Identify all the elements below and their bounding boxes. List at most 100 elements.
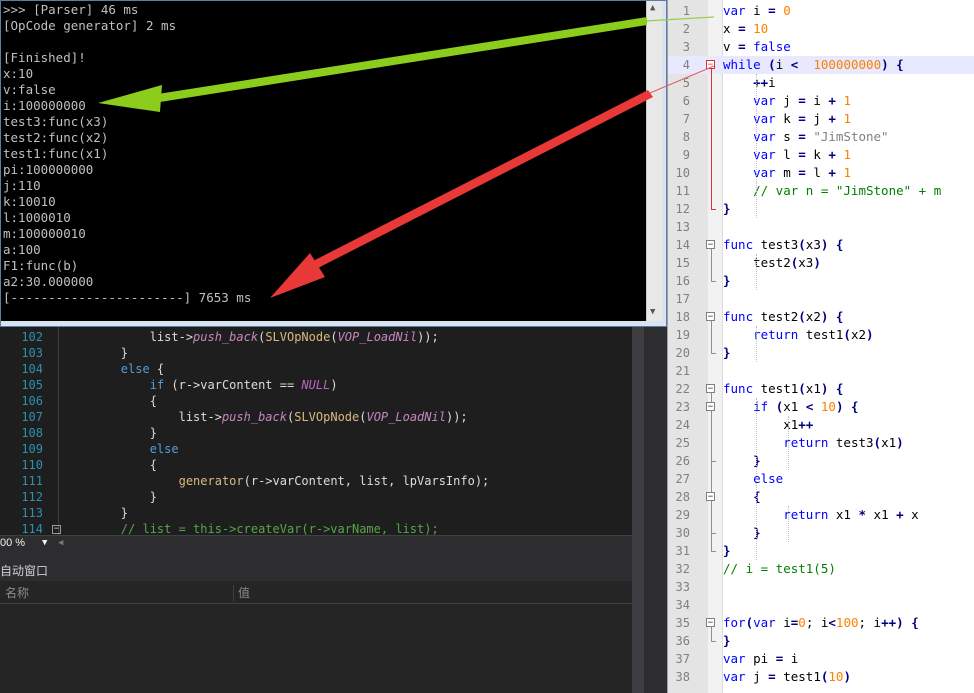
line-number: 16 — [675, 274, 690, 288]
fold-toggle-icon[interactable]: − — [706, 312, 715, 322]
vs-code-line[interactable]: 113 } — [0, 505, 632, 521]
editor-line[interactable]: 2 x = 10 — [668, 20, 974, 38]
editor-line[interactable]: 8 var s = "JimStone" — [668, 128, 974, 146]
line-number: 2 — [682, 22, 690, 36]
line-number: 7 — [682, 112, 690, 126]
vs-code-line[interactable]: 106 { — [0, 393, 632, 409]
vs-line-number: 109 — [21, 442, 43, 456]
editor-line[interactable]: 19 return test1(x2) — [668, 326, 974, 344]
line-number: 26 — [675, 454, 690, 468]
vs-code-line[interactable]: 104 else { — [0, 361, 632, 377]
indent-guide — [756, 254, 757, 290]
vs-code-editor[interactable]: 102 list->push_back(SLVOpNode(VOP_LoadNi… — [0, 327, 632, 536]
vs-line-number: 107 — [21, 410, 43, 424]
code-text: return test1(x2) — [753, 327, 874, 342]
fold-toggle-icon[interactable]: − — [706, 402, 715, 412]
code-text: func test1(x1) { — [723, 381, 844, 396]
script-editor[interactable]: 1 var i = 0 2 x = 10 3 v = false 4 while (i < 1… — [667, 0, 974, 693]
column-value-header[interactable]: 值 — [238, 583, 250, 603]
fold-toggle-icon[interactable]: − — [706, 60, 715, 70]
editor-line[interactable]: 37 var pi = i — [668, 650, 974, 668]
vs-code-line[interactable]: 108 } — [0, 425, 632, 441]
editor-line[interactable]: 32 // i = test1(5) — [668, 560, 974, 578]
line-number: 30 — [675, 526, 690, 540]
console-line: [-----------------------] 7653 ms — [3, 290, 252, 305]
code-text: if (x1 < 10) { — [753, 399, 859, 414]
vs-vertical-scrollbar[interactable] — [632, 327, 644, 693]
vs-code-line[interactable]: 112 } — [0, 489, 632, 505]
vs-code-text: } — [63, 490, 157, 504]
editor-line[interactable]: 21 — [668, 362, 974, 380]
column-divider[interactable] — [233, 585, 234, 601]
fold-toggle-icon[interactable]: − — [706, 240, 715, 250]
indent-guide — [756, 398, 757, 560]
code-text: var s = "JimStone" — [753, 129, 889, 144]
console-line: test2:func(x2) — [3, 130, 109, 145]
vs-code-line[interactable]: 102 list->push_back(SLVOpNode(VOP_LoadNi… — [0, 329, 632, 345]
vs-code-line[interactable]: 105 if (r->varContent == NULL) — [0, 377, 632, 393]
fold-end — [711, 209, 716, 210]
editor-line[interactable]: 1 var i = 0 — [668, 2, 974, 20]
vs-code-text: { — [63, 394, 157, 408]
code-text: var j = test1(10) — [723, 669, 851, 684]
line-number: 3 — [682, 40, 690, 54]
editor-line[interactable]: 6 var j = i + 1 — [668, 92, 974, 110]
scroll-down-icon[interactable]: ▼ — [650, 307, 655, 317]
indent-guide — [756, 326, 757, 362]
vs-code-text: generator(r->varContent, list, lpVarsInf… — [178, 474, 490, 488]
editor-line[interactable]: 13 — [668, 218, 974, 236]
console-window[interactable]: >>> [Parser] 46 ms [OpCode generator] 2 m… — [0, 0, 667, 327]
line-number: 10 — [675, 166, 690, 180]
code-text: } — [723, 345, 731, 360]
editor-line[interactable]: 15 test2(x3) — [668, 254, 974, 272]
console-line: [Finished]! — [3, 50, 86, 65]
line-number: 11 — [675, 184, 690, 198]
scroll-left-icon[interactable]: ◀ — [58, 538, 63, 548]
editor-line[interactable]: 17 — [668, 290, 974, 308]
editor-line[interactable]: 25 return test3(x1) — [668, 434, 974, 452]
console-scrollbar[interactable]: ▲ ▼ — [646, 1, 662, 321]
fold-toggle-icon[interactable]: − — [706, 384, 715, 394]
vs-code-line[interactable]: 110 { — [0, 457, 632, 473]
console-line: i:100000000 — [3, 98, 86, 113]
zoom-level[interactable]: 00 % — [0, 537, 25, 549]
fold-end — [711, 533, 716, 534]
collapse-toggle-icon[interactable]: − — [52, 525, 61, 534]
line-number: 8 — [682, 130, 690, 144]
line-number: 23 — [675, 400, 690, 414]
vs-code-text: } — [63, 426, 157, 440]
editor-line[interactable]: 24 x1++ — [668, 416, 974, 434]
vs-line-number: 106 — [21, 394, 43, 408]
editor-line[interactable]: 29 return x1 * x1 + x — [668, 506, 974, 524]
editor-line[interactable]: 9 var l = k + 1 — [668, 146, 974, 164]
editor-line[interactable]: 5 ++i — [668, 74, 974, 92]
fold-end — [711, 281, 716, 282]
line-number: 31 — [675, 544, 690, 558]
editor-line[interactable]: 10 var m = l + 1 — [668, 164, 974, 182]
code-text: var m = l + 1 — [753, 165, 851, 180]
fold-toggle-icon[interactable]: − — [706, 492, 715, 502]
scroll-up-icon[interactable]: ▲ — [650, 3, 655, 13]
editor-line[interactable]: 27 else — [668, 470, 974, 488]
editor-line[interactable]: 34 — [668, 596, 974, 614]
vs-code-line[interactable]: 103 } — [0, 345, 632, 361]
editor-line[interactable]: 33 — [668, 578, 974, 596]
zoom-dropdown-icon[interactable]: ▼ — [42, 538, 47, 548]
fold-toggle-icon[interactable]: − — [706, 618, 715, 628]
vs-code-line[interactable]: 107 list->push_back(SLVOpNode(VOP_LoadNi… — [0, 409, 632, 425]
console-line: a:100 — [3, 242, 41, 257]
code-text: return x1 * x1 + x — [783, 507, 919, 522]
vs-line-number: 102 — [21, 330, 43, 344]
line-number: 1 — [682, 4, 690, 18]
vs-code-line[interactable]: 111 generator(r->varContent, list, lpVar… — [0, 473, 632, 489]
code-text: var k = j + 1 — [753, 111, 851, 126]
editor-line[interactable]: 7 var k = j + 1 — [668, 110, 974, 128]
console-line: >>> [Parser] 46 ms — [3, 2, 139, 17]
line-number: 20 — [675, 346, 690, 360]
column-name-header[interactable]: 名称 — [5, 583, 29, 603]
editor-line[interactable]: 11 // var n = "JimStone" + m — [668, 182, 974, 200]
editor-line[interactable]: 38 var j = test1(10) — [668, 668, 974, 686]
editor-line[interactable]: 3 v = false — [668, 38, 974, 56]
vs-code-line[interactable]: 109 else — [0, 441, 632, 457]
code-text: x = 10 — [723, 21, 769, 36]
